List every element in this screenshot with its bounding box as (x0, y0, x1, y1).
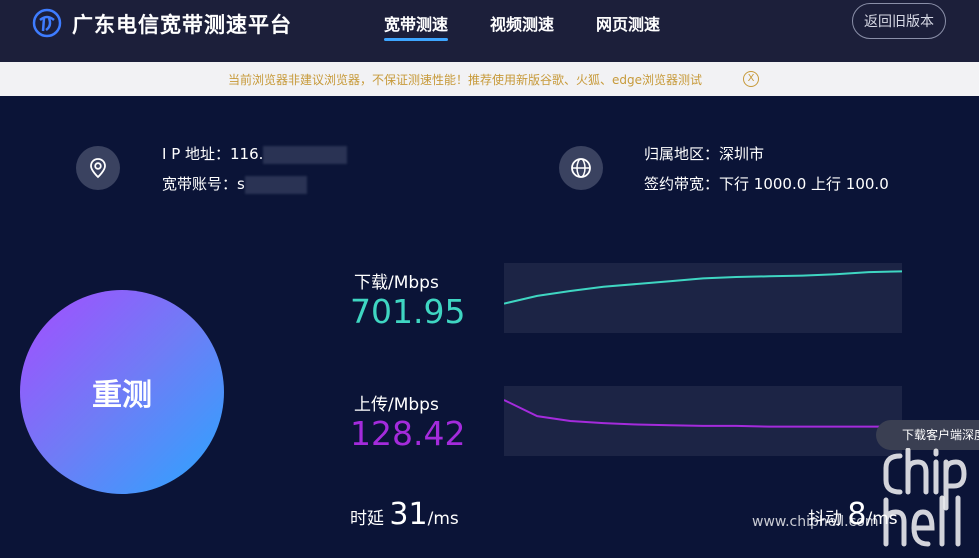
download-speed-line (504, 270, 902, 305)
bandwidth-label: 签约带宽： (644, 175, 720, 193)
account-label: 宽带账号： (162, 175, 238, 193)
latency-readout: 时延 31/ms (350, 497, 459, 532)
chiphell-watermark-logo (883, 448, 967, 547)
account-redacted-block (244, 175, 307, 194)
notice-text: 当前浏览器非建议浏览器，不保证测速性能！推荐使用新版谷歌、火狐、edge浏览器测… (228, 73, 703, 87)
brand-title: 广东电信宽带测速平台 (72, 13, 292, 37)
region-label: 归属地区： (644, 145, 720, 163)
account-row: 宽带账号：s (162, 173, 307, 194)
account-value: s (237, 175, 245, 193)
upload-value: 128.42 (350, 414, 466, 453)
bandwidth-row: 签约带宽：下行 1000.0 上行 100.0 (644, 173, 889, 194)
latency-value: 31 (389, 497, 428, 532)
upload-label: 上传/Mbps (354, 395, 439, 415)
upload-speed-chart (504, 386, 902, 456)
tab-web-speed[interactable]: 网页测速 (596, 11, 660, 35)
bandwidth-value: 下行 1000.0 上行 100.0 (719, 175, 889, 193)
download-client-float-button[interactable]: 下载客户端深度 (876, 420, 979, 450)
tab-broadband-speed[interactable]: 宽带测速 (384, 11, 449, 41)
region-value: 深圳市 (719, 145, 765, 163)
region-row: 归属地区：深圳市 (644, 143, 764, 164)
globe-icon (559, 146, 603, 190)
download-speed-chart (504, 263, 902, 333)
back-to-old-version-button[interactable]: 返回旧版本 (852, 3, 946, 39)
latency-label: 时延 (350, 509, 384, 529)
ip-label: I P 地址： (162, 145, 231, 163)
tab-video-speed[interactable]: 视频测速 (490, 11, 554, 35)
top-header: 广东电信宽带测速平台 宽带测速 视频测速 网页测速 返回旧版本 (0, 0, 979, 62)
ip-address-row: I P 地址：116. (162, 143, 348, 164)
latency-unit: /ms (427, 509, 459, 529)
watermark-url: www.chiphell.com (752, 514, 879, 530)
notice-close-icon[interactable]: X (743, 71, 759, 87)
ip-redacted-block (263, 145, 348, 164)
ip-value: 116. (230, 145, 264, 163)
browser-notice-bar: 当前浏览器非建议浏览器，不保证测速性能！推荐使用新版谷歌、火狐、edge浏览器测… (0, 62, 979, 96)
download-value: 701.95 (350, 292, 466, 331)
retest-button[interactable]: 重测 (20, 290, 224, 494)
upload-speed-line (504, 399, 902, 428)
china-telecom-logo-icon (32, 8, 62, 38)
download-label: 下载/Mbps (354, 273, 439, 293)
location-pin-icon (76, 146, 120, 190)
